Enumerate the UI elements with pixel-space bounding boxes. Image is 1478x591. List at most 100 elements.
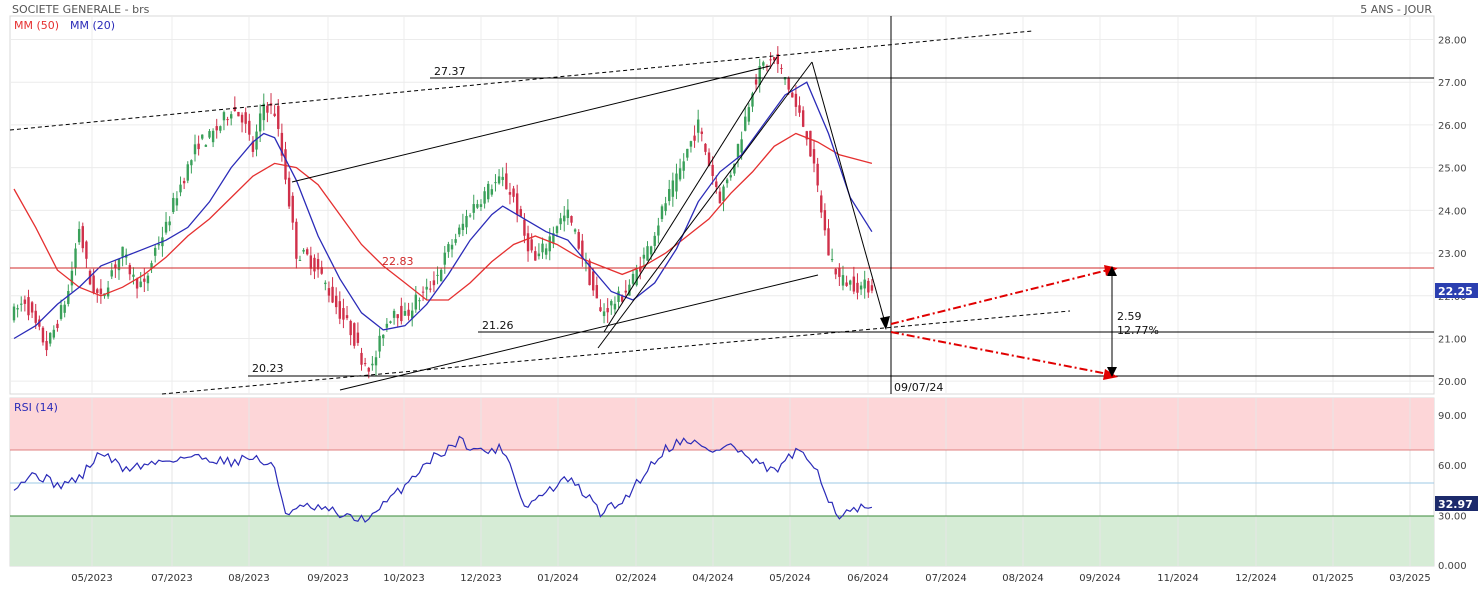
candle-body: [226, 119, 229, 121]
candle-body: [233, 106, 237, 111]
candle-body: [613, 303, 617, 310]
candle-body: [182, 180, 186, 184]
candle-body: [515, 193, 519, 216]
candle-body: [23, 299, 27, 304]
candle-body: [447, 244, 450, 252]
candle-body: [494, 182, 497, 184]
candle-body: [353, 323, 356, 346]
candle-body: [693, 135, 696, 141]
x-axis-ticks: 05/2023 07/2023 08/2023 09/2023 10/2023 12/20…: [71, 573, 1431, 584]
candle-body: [374, 357, 378, 366]
candle-body: [454, 239, 457, 243]
candle-body: [830, 259, 834, 261]
candle-body: [668, 189, 671, 202]
candle-body: [631, 273, 635, 284]
candle-body: [736, 143, 740, 158]
candle-body: [537, 253, 541, 257]
candle-body: [566, 209, 570, 219]
candle-body: [164, 221, 168, 233]
candle-body: [816, 163, 819, 186]
legend-ma20: MM (20): [70, 19, 115, 32]
candle-body: [414, 294, 418, 310]
candle-body: [49, 332, 52, 344]
candle-body: [77, 228, 81, 243]
candle-body: [230, 114, 233, 119]
candle-body: [190, 160, 193, 166]
candle-body: [541, 243, 544, 253]
candle-body: [266, 105, 269, 113]
candle-body: [385, 323, 389, 328]
candle-body: [306, 249, 309, 255]
candle-body: [443, 252, 446, 265]
rsi-y-tick: 30.00: [1438, 512, 1467, 523]
candle-body: [834, 268, 837, 275]
candle-body: [201, 134, 204, 139]
candle-body: [313, 257, 316, 272]
candle-body: [682, 161, 685, 171]
candle-body: [16, 308, 19, 310]
last-price-label: 22.25: [1438, 285, 1473, 298]
candle-body: [573, 229, 577, 232]
candle-body: [696, 119, 700, 133]
candle-body: [827, 228, 830, 256]
candle-body: [487, 183, 490, 200]
stock-chart-window: 05/2023 07/2023 08/2023 09/2023 10/2023 12/20…: [0, 0, 1478, 587]
candle-body: [867, 280, 870, 293]
x-axis-tick: 03/2025: [1389, 573, 1431, 584]
candle-body: [458, 227, 461, 235]
candle-body: [794, 93, 798, 107]
candle-body: [20, 303, 23, 305]
candle-body: [371, 363, 374, 366]
rsi-overbought-zone: [10, 398, 1434, 450]
candle-body: [67, 291, 70, 304]
candle-body: [74, 248, 77, 269]
candle-body: [812, 149, 816, 164]
candle-body: [711, 164, 714, 176]
candle-body: [143, 278, 146, 282]
candle-body: [204, 145, 208, 147]
x-axis-tick: 06/2024: [847, 573, 889, 584]
x-axis-tick: 07/2023: [151, 573, 193, 584]
candle-body: [715, 181, 718, 187]
candle-body: [649, 246, 653, 255]
candle-body: [262, 103, 265, 121]
candle-body: [298, 259, 302, 261]
candle-body: [856, 282, 859, 293]
candle-body: [512, 188, 515, 197]
candle-body: [548, 236, 551, 252]
level-20-23-label: 20.23: [252, 362, 284, 375]
candle-body: [56, 323, 59, 329]
candle-body: [646, 246, 649, 261]
candle-body: [284, 149, 287, 180]
legend-ma50: MM (50): [14, 19, 59, 32]
candle-body: [273, 113, 276, 117]
candle-body: [219, 126, 222, 131]
candle-body: [519, 209, 522, 217]
candle-body: [704, 143, 707, 152]
candle-body: [12, 306, 16, 321]
x-axis-tick: 01/2025: [1312, 573, 1354, 584]
candle-body: [291, 195, 294, 223]
candle-body: [838, 267, 841, 277]
candle-body: [400, 305, 403, 322]
candle-body: [429, 288, 432, 290]
candle-body: [349, 320, 352, 336]
candle-body: [555, 226, 559, 234]
rsi-y-tick: 0.000: [1438, 561, 1467, 572]
candle-body: [70, 270, 74, 286]
price-y-tick: 28.00: [1438, 35, 1467, 46]
candle-body: [592, 271, 595, 291]
candle-body: [396, 314, 399, 319]
candle-body: [439, 269, 443, 282]
x-axis-tick: 12/2024: [1235, 573, 1277, 584]
candle-body: [436, 274, 439, 276]
candle-body: [725, 179, 729, 184]
candle-body: [653, 235, 656, 246]
candle-body: [356, 332, 360, 343]
candle-body: [27, 297, 30, 316]
candle-body: [244, 112, 247, 124]
candle-body: [193, 144, 197, 155]
candle-body: [360, 352, 363, 365]
candle-body: [863, 279, 866, 289]
x-axis-tick: 08/2024: [1002, 573, 1044, 584]
